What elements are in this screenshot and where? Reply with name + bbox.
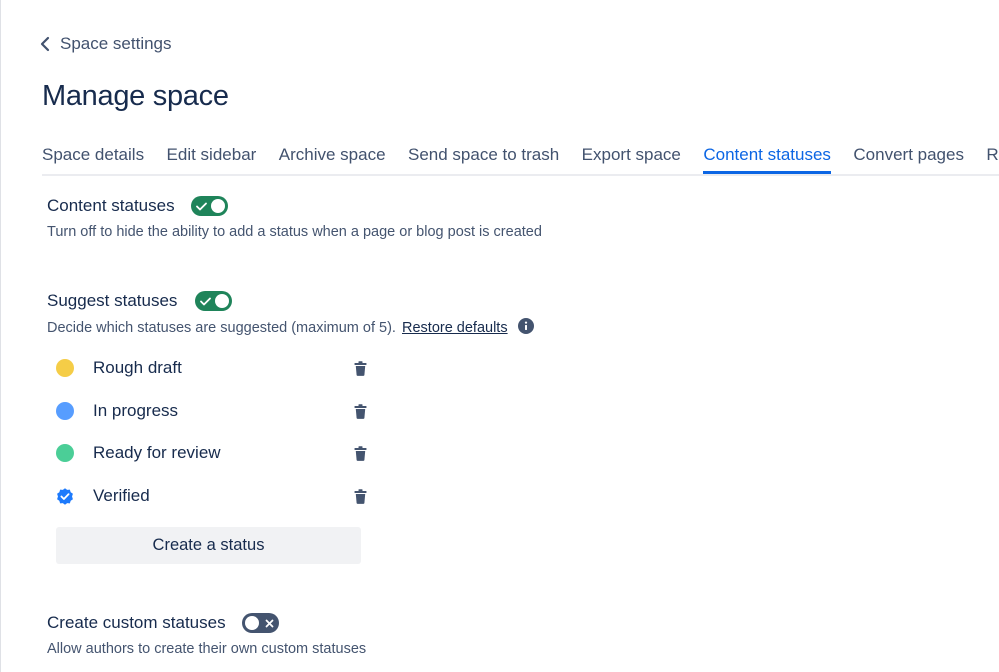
status-name: Ready for review (93, 443, 221, 462)
trash-icon[interactable] (352, 402, 368, 420)
tab-archive-space[interactable]: Archive space (279, 138, 386, 172)
status-row: Rough draft (56, 353, 376, 383)
suggest-statuses-description-line: Decide which statuses are suggested (max… (47, 318, 534, 338)
status-row: In progress (56, 396, 376, 426)
tab-content-statuses[interactable]: Content statuses (703, 138, 831, 174)
suggest-statuses-toggle[interactable] (195, 291, 233, 311)
tab-related[interactable]: Relat (986, 138, 999, 172)
content-statuses-header: Content statuses (47, 196, 228, 216)
content-statuses-description: Turn off to hide the ability to add a st… (47, 224, 542, 240)
suggest-statuses-title: Suggest statuses (47, 291, 178, 310)
back-to-space-settings[interactable]: Space settings (38, 34, 172, 54)
restore-defaults-link[interactable]: Restore defaults (402, 320, 508, 336)
tab-edit-sidebar[interactable]: Edit sidebar (167, 138, 257, 172)
status-name: Rough draft (93, 358, 182, 377)
content-statuses-toggle[interactable] (190, 196, 228, 216)
trash-icon[interactable] (352, 444, 368, 462)
status-name: In progress (93, 401, 179, 420)
left-border (0, 0, 1, 672)
toggle-knob (215, 294, 230, 308)
yellow-dot-icon (56, 359, 74, 377)
custom-statuses-title: Create custom statuses (47, 613, 226, 632)
status-row: Verified (56, 481, 376, 511)
toggle-knob (244, 616, 259, 630)
verified-badge-icon (56, 487, 74, 505)
blue-dot-icon (56, 402, 74, 420)
tab-space-details[interactable]: Space details (42, 138, 144, 172)
suggest-statuses-description: Decide which statuses are suggested (max… (47, 319, 396, 336)
custom-statuses-header: Create custom statuses (47, 613, 279, 633)
toggle-knob (210, 199, 225, 213)
info-icon[interactable] (517, 318, 534, 338)
content-statuses-title: Content statuses (47, 196, 175, 215)
status-row: Ready for review (56, 438, 376, 468)
page-title: Manage space (42, 80, 229, 112)
cross-icon (265, 613, 274, 633)
status-name: Verified (93, 486, 150, 505)
check-icon (195, 196, 207, 216)
trash-icon[interactable] (352, 487, 368, 505)
tab-convert-pages[interactable]: Convert pages (853, 138, 964, 172)
tab-send-space-to-trash[interactable]: Send space to trash (408, 138, 559, 172)
tab-export-space[interactable]: Export space (582, 138, 681, 172)
trash-icon[interactable] (352, 359, 368, 377)
tab-bar: Space details Edit sidebar Archive space… (42, 138, 999, 176)
custom-statuses-description: Allow authors to create their own custom… (47, 641, 367, 657)
custom-statuses-toggle[interactable] (241, 613, 279, 633)
back-label: Space settings (60, 34, 172, 53)
create-status-button[interactable]: Create a status (56, 527, 361, 564)
chevron-left-icon (38, 34, 52, 54)
suggest-statuses-header: Suggest statuses (47, 291, 233, 311)
green-dot-icon (56, 444, 74, 462)
check-icon (200, 291, 212, 311)
